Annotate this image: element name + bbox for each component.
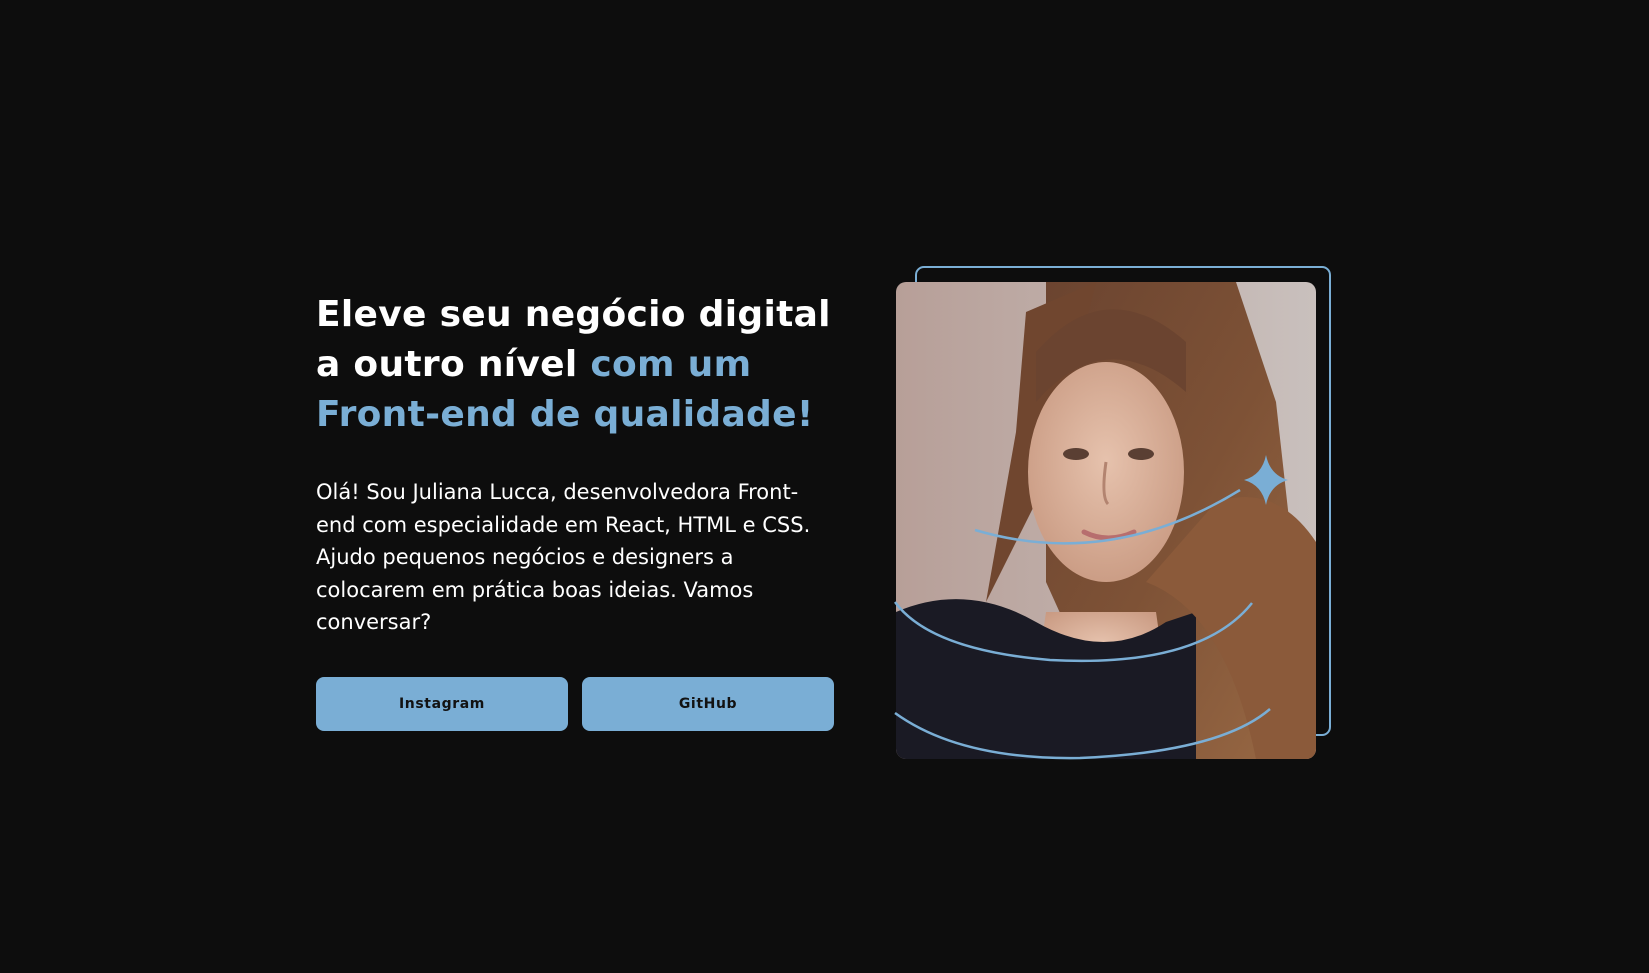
github-button[interactable]: GitHub	[582, 677, 834, 731]
social-buttons: Instagram GitHub	[316, 677, 834, 731]
portrait-illustration	[896, 282, 1316, 759]
instagram-button[interactable]: Instagram	[316, 677, 568, 731]
hero-intro-paragraph: Olá! Sou Juliana Lucca, desenvolvedora F…	[316, 480, 811, 634]
portrait-photo	[896, 282, 1316, 759]
hero-headline: Eleve seu negócio digital a outro nível …	[316, 290, 856, 440]
portrait-outline-frame	[915, 266, 1331, 736]
swoosh-line-middle	[893, 601, 1253, 663]
swoosh-line-bottom	[894, 708, 1271, 760]
headline-main-text: Eleve seu negócio digital a outro nível	[316, 294, 831, 385]
four-point-star-icon	[1244, 455, 1288, 505]
swoosh-line-top	[974, 488, 1241, 545]
hero-text-block: Eleve seu negócio digital a outro nível …	[316, 290, 856, 639]
